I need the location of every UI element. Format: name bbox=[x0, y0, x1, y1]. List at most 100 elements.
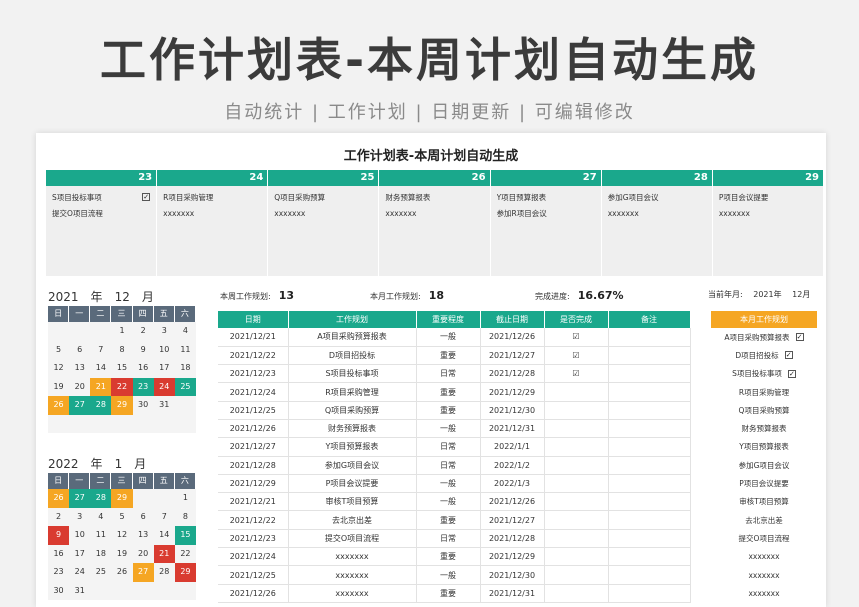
table-cell[interactable]: 2021/12/23 bbox=[218, 364, 289, 384]
calendar-day[interactable]: 1 bbox=[111, 322, 132, 341]
table-cell[interactable] bbox=[544, 382, 609, 402]
table-cell[interactable]: 一般 bbox=[416, 328, 481, 347]
table-cell[interactable]: 一般 bbox=[416, 565, 481, 585]
table-cell[interactable]: 2022/1/3 bbox=[480, 474, 545, 494]
calendar-day[interactable] bbox=[154, 415, 175, 434]
table-cell[interactable]: 一般 bbox=[416, 419, 481, 439]
calendar-day[interactable]: 26 bbox=[48, 396, 70, 415]
calendar-day[interactable]: 27 bbox=[69, 396, 91, 415]
calendar-day[interactable] bbox=[69, 322, 90, 341]
table-cell[interactable]: 日常 bbox=[416, 364, 481, 384]
checkbox-checked-icon[interactable]: ✓ bbox=[784, 351, 793, 360]
calendar-day[interactable]: 26 bbox=[111, 563, 132, 582]
calendar-day[interactable]: 3 bbox=[69, 508, 90, 527]
calendar-day[interactable] bbox=[111, 582, 132, 601]
table-cell[interactable] bbox=[544, 401, 609, 420]
calendar-day[interactable]: 31 bbox=[69, 582, 90, 601]
calendar-day[interactable]: 19 bbox=[48, 378, 69, 397]
table-cell[interactable] bbox=[608, 584, 691, 603]
table-cell[interactable]: 2021/12/28 bbox=[480, 364, 545, 384]
table-cell[interactable]: 2021/12/30 bbox=[480, 401, 545, 420]
calendar-day[interactable]: 25 bbox=[174, 377, 196, 396]
table-cell[interactable]: 日常 bbox=[416, 529, 481, 549]
table-cell[interactable] bbox=[544, 584, 609, 603]
calendar-day[interactable] bbox=[133, 582, 154, 601]
table-cell[interactable] bbox=[544, 547, 609, 567]
calendar-day[interactable] bbox=[154, 489, 175, 508]
table-cell[interactable] bbox=[544, 492, 609, 512]
calendar-day[interactable]: 18 bbox=[175, 359, 196, 378]
table-cell[interactable]: xxxxxxx bbox=[288, 547, 417, 567]
calendar-day[interactable]: 28 bbox=[90, 396, 112, 415]
table-cell[interactable]: 重要 bbox=[416, 401, 481, 420]
calendar-day[interactable]: 11 bbox=[175, 341, 196, 360]
calendar-day[interactable]: 14 bbox=[90, 359, 111, 378]
calendar-day[interactable]: 15 bbox=[111, 359, 132, 378]
calendar-day[interactable] bbox=[90, 415, 111, 434]
calendar-day[interactable]: 19 bbox=[111, 545, 132, 564]
table-cell[interactable]: 审核T项目预算 bbox=[288, 492, 417, 512]
calendar-day[interactable]: 12 bbox=[48, 359, 69, 378]
calendar-day[interactable]: 8 bbox=[111, 341, 132, 360]
calendar-day[interactable]: 21 bbox=[153, 544, 175, 563]
table-cell[interactable]: 2021/12/30 bbox=[480, 565, 545, 585]
calendar-day[interactable]: 10 bbox=[69, 526, 90, 545]
calendar-day[interactable]: 6 bbox=[133, 508, 154, 527]
table-cell[interactable] bbox=[544, 510, 609, 530]
table-cell[interactable]: 2021/12/28 bbox=[218, 456, 289, 475]
calendar-day[interactable]: 2 bbox=[48, 508, 69, 527]
calendar-day[interactable]: 3 bbox=[154, 322, 175, 341]
calendar-day[interactable]: 27 bbox=[132, 563, 154, 582]
calendar-day[interactable]: 23 bbox=[48, 563, 69, 582]
table-cell[interactable] bbox=[544, 474, 609, 494]
table-cell[interactable]: 2021/12/29 bbox=[480, 547, 545, 567]
table-cell[interactable]: ☑ bbox=[544, 328, 609, 347]
calendar-day[interactable] bbox=[175, 396, 196, 415]
table-cell[interactable] bbox=[608, 364, 691, 384]
calendar-day[interactable] bbox=[48, 322, 69, 341]
table-cell[interactable] bbox=[608, 492, 691, 512]
checkbox-checked-icon[interactable]: ✓ bbox=[142, 193, 151, 201]
calendar-day[interactable]: 12 bbox=[111, 526, 132, 545]
table-cell[interactable]: 参加G项目会议 bbox=[288, 456, 417, 475]
table-cell[interactable]: Y项目预算报表 bbox=[288, 437, 417, 457]
checkbox-checked-icon[interactable]: ✓ bbox=[787, 369, 796, 378]
table-cell[interactable]: 去北京出差 bbox=[288, 510, 417, 530]
table-cell[interactable]: 2021/12/26 bbox=[218, 419, 289, 439]
calendar-day[interactable] bbox=[133, 489, 154, 508]
table-cell[interactable] bbox=[544, 529, 609, 549]
calendar-day[interactable]: 18 bbox=[90, 545, 111, 564]
table-cell[interactable]: ☑ bbox=[544, 364, 609, 384]
table-cell[interactable]: 2021/12/26 bbox=[480, 328, 545, 347]
calendar-day[interactable]: 7 bbox=[154, 508, 175, 527]
calendar-day[interactable]: 7 bbox=[90, 341, 111, 360]
calendar-day[interactable]: 13 bbox=[133, 526, 154, 545]
table-cell[interactable]: 2021/12/29 bbox=[480, 382, 545, 402]
calendar-day[interactable]: 26 bbox=[48, 489, 70, 508]
table-cell[interactable] bbox=[544, 456, 609, 475]
table-cell[interactable] bbox=[544, 419, 609, 439]
calendar-day[interactable]: 5 bbox=[111, 508, 132, 527]
calendar-day[interactable]: 15 bbox=[174, 526, 196, 545]
calendar-day[interactable]: 28 bbox=[90, 489, 112, 508]
table-cell[interactable]: 2021/12/24 bbox=[218, 382, 289, 402]
table-cell[interactable]: D项目招投标 bbox=[288, 346, 417, 366]
table-cell[interactable]: 重要 bbox=[416, 547, 481, 567]
calendar-day[interactable] bbox=[133, 415, 154, 434]
table-cell[interactable] bbox=[608, 419, 691, 439]
calendar-day[interactable] bbox=[175, 582, 196, 601]
calendar-day[interactable]: 4 bbox=[90, 508, 111, 527]
calendar-day[interactable]: 8 bbox=[175, 508, 196, 527]
calendar-day[interactable]: 29 bbox=[111, 396, 133, 415]
calendar-day[interactable]: 17 bbox=[69, 545, 90, 564]
table-cell[interactable] bbox=[608, 437, 691, 457]
calendar-day[interactable]: 13 bbox=[69, 359, 90, 378]
calendar-day[interactable]: 2 bbox=[133, 322, 154, 341]
table-cell[interactable]: A项目采购预算报表 bbox=[288, 328, 417, 347]
table-cell[interactable]: 2021/12/27 bbox=[480, 346, 545, 366]
calendar-day[interactable] bbox=[111, 415, 132, 434]
table-cell[interactable]: xxxxxxx bbox=[288, 584, 417, 603]
table-cell[interactable]: 重要 bbox=[416, 382, 481, 402]
table-cell[interactable]: xxxxxxx bbox=[288, 565, 417, 585]
table-cell[interactable]: 日常 bbox=[416, 437, 481, 457]
